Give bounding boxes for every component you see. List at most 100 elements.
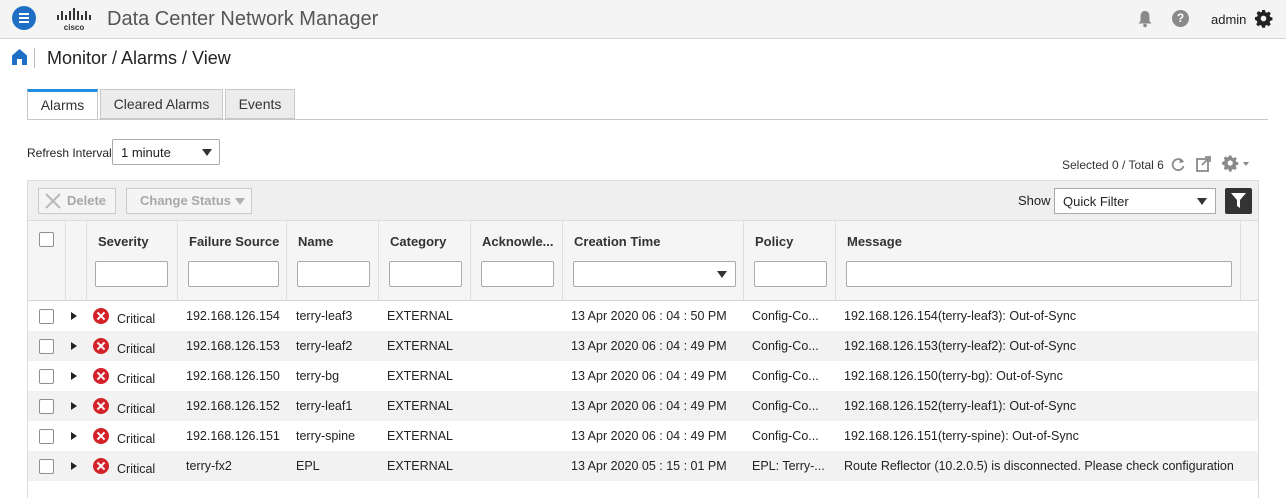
refresh-icon[interactable] bbox=[1170, 156, 1186, 172]
message-cell: 192.168.126.154(terry-leaf3): Out-of-Syn… bbox=[844, 309, 1077, 323]
severity-filter-input[interactable] bbox=[95, 261, 168, 287]
quick-filter-value: Quick Filter bbox=[1063, 194, 1129, 209]
table-row[interactable]: Critical 192.168.126.153 terry-leaf2 EXT… bbox=[28, 331, 1258, 361]
menu-icon[interactable] bbox=[12, 6, 36, 30]
row-checkbox[interactable] bbox=[39, 459, 54, 474]
user-menu[interactable]: admin bbox=[1211, 12, 1246, 27]
column-category[interactable]: Category bbox=[379, 221, 471, 301]
severity-cell: Critical bbox=[117, 462, 156, 476]
show-label: Show bbox=[1018, 193, 1051, 208]
category-cell: EXTERNAL bbox=[387, 369, 453, 383]
expand-row-icon[interactable] bbox=[71, 402, 77, 410]
filter-button[interactable] bbox=[1225, 188, 1252, 214]
row-checkbox[interactable] bbox=[39, 399, 54, 414]
row-checkbox[interactable] bbox=[39, 339, 54, 354]
category-cell: EXTERNAL bbox=[387, 399, 453, 413]
delete-button[interactable]: Delete bbox=[38, 188, 116, 214]
failure-source-filter-input[interactable] bbox=[188, 261, 279, 287]
failure-source-cell: 192.168.126.151 bbox=[186, 429, 280, 443]
tab-events[interactable]: Events bbox=[225, 89, 295, 119]
filter-icon bbox=[1231, 193, 1246, 208]
critical-icon bbox=[93, 428, 109, 444]
severity-cell: Critical bbox=[117, 432, 156, 446]
help-icon[interactable]: ? bbox=[1172, 10, 1189, 27]
table-row[interactable]: Critical 192.168.126.150 terry-bg EXTERN… bbox=[28, 361, 1258, 391]
row-checkbox[interactable] bbox=[39, 309, 54, 324]
table-row[interactable]: Critical 192.168.126.154 terry-leaf3 EXT… bbox=[28, 301, 1258, 331]
creation-time-cell: 13 Apr 2020 06 : 04 : 49 PM bbox=[571, 339, 727, 353]
critical-icon bbox=[93, 458, 109, 474]
expand-row-icon[interactable] bbox=[71, 342, 77, 350]
bell-icon[interactable] bbox=[1137, 10, 1153, 28]
policy-filter-input[interactable] bbox=[754, 261, 827, 287]
column-header-label: Acknowle... bbox=[482, 234, 554, 249]
export-icon[interactable] bbox=[1196, 155, 1212, 172]
select-all-checkbox[interactable] bbox=[39, 232, 54, 247]
column-header-label: Severity bbox=[98, 234, 149, 249]
critical-icon bbox=[93, 308, 109, 324]
creation-time-cell: 13 Apr 2020 06 : 04 : 49 PM bbox=[571, 429, 727, 443]
failure-source-cell: 192.168.126.150 bbox=[186, 369, 280, 383]
category-cell: EXTERNAL bbox=[387, 339, 453, 353]
category-cell: EXTERNAL bbox=[387, 309, 453, 323]
message-cell: Route Reflector (10.2.0.5) is disconnect… bbox=[844, 459, 1234, 473]
app-title: Data Center Network Manager bbox=[107, 8, 379, 30]
column-failure-source[interactable]: Failure Source bbox=[178, 221, 287, 301]
column-header-label: Creation Time bbox=[574, 234, 661, 249]
policy-cell: EPL: Terry-... bbox=[752, 459, 825, 473]
creation-time-cell: 13 Apr 2020 06 : 04 : 49 PM bbox=[571, 399, 727, 413]
change-status-button[interactable]: Change Status bbox=[126, 188, 252, 214]
chevron-down-icon bbox=[717, 271, 727, 278]
column-severity[interactable]: Severity bbox=[87, 221, 178, 301]
column-creation-time[interactable]: Creation Time bbox=[563, 221, 744, 301]
acknowledged-filter-input[interactable] bbox=[481, 261, 554, 287]
chevron-down-icon bbox=[202, 149, 212, 156]
chevron-down-icon bbox=[235, 198, 245, 205]
column-name[interactable]: Name bbox=[287, 221, 379, 301]
svg-text:cisco: cisco bbox=[64, 23, 85, 32]
table-row[interactable]: Critical 192.168.126.152 terry-leaf1 EXT… bbox=[28, 391, 1258, 421]
severity-cell: Critical bbox=[117, 372, 156, 386]
expand-row-icon[interactable] bbox=[71, 462, 77, 470]
tab-alarms[interactable]: Alarms bbox=[27, 89, 98, 120]
message-filter-input[interactable] bbox=[846, 261, 1232, 287]
critical-icon bbox=[93, 398, 109, 414]
close-icon bbox=[45, 193, 61, 209]
name-cell: terry-leaf2 bbox=[296, 339, 353, 353]
column-policy[interactable]: Policy bbox=[744, 221, 836, 301]
name-cell: terry-leaf1 bbox=[296, 399, 353, 413]
policy-cell: Config-Co... bbox=[752, 369, 819, 383]
column-acknowledged[interactable]: Acknowle... bbox=[471, 221, 563, 301]
home-icon[interactable] bbox=[12, 49, 27, 65]
column-message[interactable]: Message bbox=[836, 221, 1241, 301]
tab-cleared-alarms[interactable]: Cleared Alarms bbox=[100, 89, 223, 119]
failure-source-cell: 192.168.126.152 bbox=[186, 399, 280, 413]
breadcrumb-divider bbox=[34, 48, 35, 68]
expand-row-icon[interactable] bbox=[71, 372, 77, 380]
alarms-table: Severity Failure Source Name Category Ac… bbox=[27, 221, 1259, 498]
name-cell: terry-leaf3 bbox=[296, 309, 353, 323]
expand-row-icon[interactable] bbox=[71, 312, 77, 320]
expand-row-icon[interactable] bbox=[71, 432, 77, 440]
creation-time-filter-select[interactable] bbox=[573, 261, 736, 287]
creation-time-cell: 13 Apr 2020 06 : 04 : 49 PM bbox=[571, 369, 727, 383]
delete-button-label: Delete bbox=[67, 193, 107, 208]
table-row[interactable]: Critical 192.168.126.151 terry-spine EXT… bbox=[28, 421, 1258, 451]
failure-source-cell: terry-fx2 bbox=[186, 459, 232, 473]
row-checkbox[interactable] bbox=[39, 429, 54, 444]
table-toolbar: Delete Change Status Show Quick Filter bbox=[27, 180, 1259, 221]
row-checkbox[interactable] bbox=[39, 369, 54, 384]
refresh-interval-select[interactable]: 1 minute bbox=[112, 139, 220, 165]
gear-icon[interactable] bbox=[1254, 9, 1273, 28]
column-header-label: Category bbox=[390, 234, 447, 249]
change-status-label: Change Status bbox=[140, 193, 232, 208]
name-cell: EPL bbox=[296, 459, 320, 473]
table-row[interactable]: Critical terry-fx2 EPL EXTERNAL 13 Apr 2… bbox=[28, 451, 1258, 481]
name-filter-input[interactable] bbox=[297, 261, 370, 287]
critical-icon bbox=[93, 368, 109, 384]
message-cell: 192.168.126.150(terry-bg): Out-of-Sync bbox=[844, 369, 1063, 383]
column-settings-icon[interactable] bbox=[1222, 155, 1250, 172]
quick-filter-select[interactable]: Quick Filter bbox=[1054, 188, 1216, 214]
category-filter-input[interactable] bbox=[389, 261, 462, 287]
failure-source-cell: 192.168.126.153 bbox=[186, 339, 280, 353]
